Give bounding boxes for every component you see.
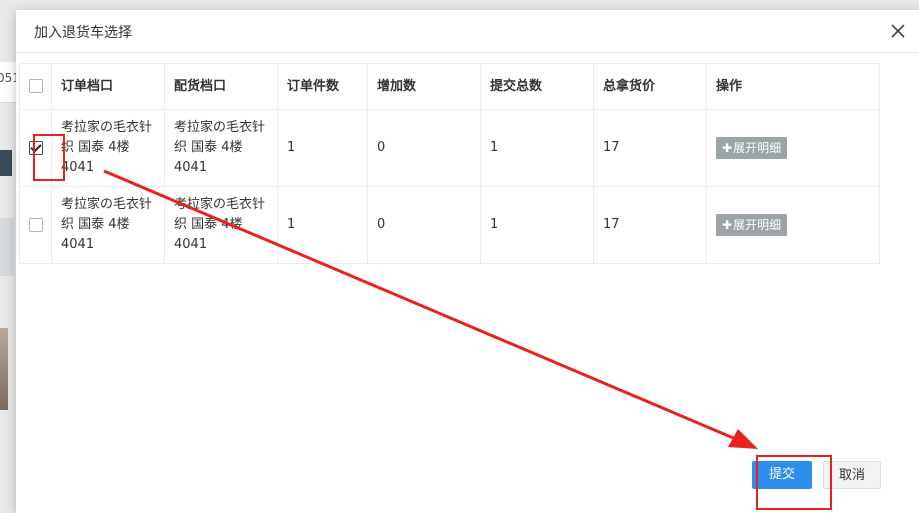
total-price-cell: 17 (593, 186, 707, 264)
row-checkbox[interactable] (28, 217, 43, 232)
select-all-checkbox[interactable] (28, 79, 43, 93)
expand-details-button[interactable]: ✚展开明细 (716, 214, 788, 236)
submit-total-cell: 1 (480, 109, 594, 187)
order-qty-cell: 1 (277, 186, 368, 264)
order-stall-cell: 考拉家の毛衣针织 国泰 4楼 4041 (51, 186, 165, 264)
table-row: 考拉家の毛衣针织 国泰 4楼 4041 考拉家の毛衣针织 国泰 4楼 4041 … (19, 109, 880, 187)
column-header: 总拿货价 (593, 63, 707, 110)
dist-stall-cell: 考拉家の毛衣针织 国泰 4楼 4041 (164, 186, 278, 264)
order-qty-cell: 1 (277, 109, 368, 187)
dialog-header: 加入退货车选择 (16, 10, 919, 53)
column-header: 增加数 (367, 63, 481, 110)
dist-stall-cell: 考拉家の毛衣针织 国泰 4楼 4041 (164, 109, 278, 187)
add-qty-cell: 0 (367, 109, 481, 187)
column-header: 订单件数 (277, 63, 368, 110)
action-cell: ✚展开明细 (706, 186, 880, 264)
highlight-box-checkbox (33, 134, 65, 181)
background-page-fragment: 051 (0, 62, 16, 103)
order-stall-cell: 考拉家の毛衣针织 国泰 4楼 4041 (51, 109, 165, 187)
plus-icon: ✚ (722, 141, 733, 155)
table-header-row: 订单档口 配货档口 订单件数 增加数 提交总数 总拿货价 操作 (19, 63, 880, 110)
orders-table: 订单档口 配货档口 订单件数 增加数 提交总数 总拿货价 操作 考拉家の毛衣针织… (19, 63, 880, 264)
close-icon[interactable] (889, 22, 907, 40)
submit-total-cell: 1 (480, 186, 594, 264)
column-header: 配货档口 (164, 63, 278, 110)
column-header: 操作 (706, 63, 880, 110)
background-photo (0, 328, 8, 410)
table-row: 考拉家の毛衣针织 国泰 4楼 4041 考拉家の毛衣针织 国泰 4楼 4041 … (19, 186, 880, 264)
expand-details-button[interactable]: ✚展开明细 (716, 137, 788, 159)
column-header: 提交总数 (480, 63, 594, 110)
expand-details-label: 展开明细 (733, 218, 782, 232)
add-qty-cell: 0 (367, 186, 481, 264)
background-dark-bar (0, 150, 12, 176)
dialog-title: 加入退货车选择 (34, 25, 132, 41)
action-cell: ✚展开明细 (706, 109, 880, 187)
highlight-box-submit (756, 455, 832, 510)
plus-icon: ✚ (722, 218, 733, 232)
expand-details-label: 展开明细 (733, 141, 782, 155)
column-header: 订单档口 (51, 63, 165, 110)
background-gray-block (0, 218, 14, 276)
total-price-cell: 17 (593, 109, 707, 187)
